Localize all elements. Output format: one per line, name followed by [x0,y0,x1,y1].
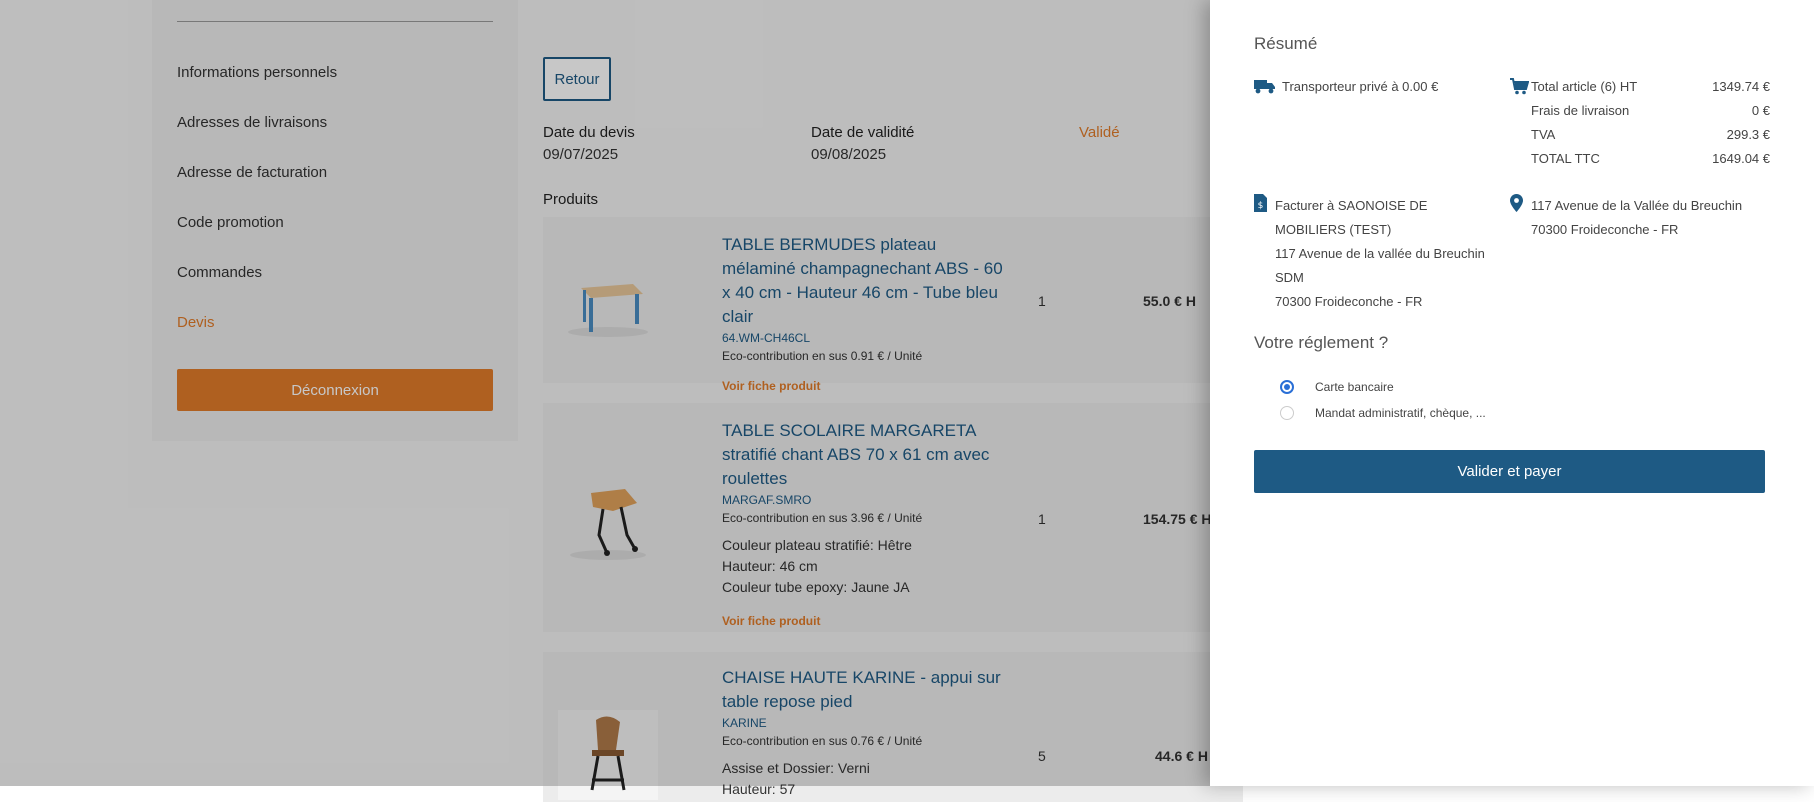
vat-row: TVA 299.3 € [1531,127,1770,142]
delivery-line: 117 Avenue de la Vallée du Breuchin [1531,198,1743,213]
total-articles-value: 1349.74 € [1712,79,1770,94]
vat-value: 299.3 € [1726,127,1770,142]
validate-and-pay-button[interactable]: Valider et payer [1254,450,1765,493]
total-articles-row: Total article (6) HT 1349.74 € [1531,79,1770,94]
total-articles-label: Total article (6) HT [1531,79,1638,94]
billing-line: Facturer à SAONOISE DE [1275,198,1428,213]
map-pin-icon [1510,194,1523,217]
summary-panel: Résumé Transporteur privé à 0.00 € Total… [1210,0,1814,786]
shipping-label: Transporteur privé à 0.00 € [1282,79,1439,94]
billing-line: 117 Avenue de la vallée du Breuchin [1275,246,1485,261]
billing-lines: Facturer à SAONOISE DE MOBILIERS (TEST) … [1275,194,1515,314]
delivery-lines: 117 Avenue de la Vallée du Breuchin 7030… [1531,194,1781,242]
grand-total-row: TOTAL TTC 1649.04 € [1531,151,1770,166]
delivery-line: 70300 Froideconche - FR [1531,222,1679,237]
payment-title: Votre réglement ? [1254,333,1389,352]
grand-total-label: TOTAL TTC [1531,151,1600,166]
svg-text:$: $ [1258,201,1264,211]
shipping-info: Transporteur privé à 0.00 € [1254,78,1438,99]
payment-option-card[interactable]: Carte bancaire [1280,380,1394,394]
invoice-icon: $ [1254,194,1267,217]
shipping-fee-value: 0 € [1751,103,1770,118]
cart-icon [1510,78,1530,100]
payment-option-label: Carte bancaire [1315,380,1394,394]
billing-line: 70300 Froideconche - FR [1275,294,1423,309]
radio-mandate[interactable] [1280,406,1294,420]
vat-label: TVA [1531,127,1556,142]
shipping-fee-label: Frais de livraison [1531,103,1630,118]
billing-line: MOBILIERS (TEST) [1275,222,1392,237]
payment-option-label: Mandat administratif, chèque, ... [1315,406,1486,420]
summary-title: Résumé [1254,34,1318,53]
radio-card[interactable] [1280,380,1294,394]
payment-option-mandate[interactable]: Mandat administratif, chèque, ... [1280,406,1486,420]
grand-total-value: 1649.04 € [1712,151,1770,166]
truck-icon [1254,78,1276,99]
billing-line: SDM [1275,270,1304,285]
shipping-fee-row: Frais de livraison 0 € [1531,103,1770,118]
